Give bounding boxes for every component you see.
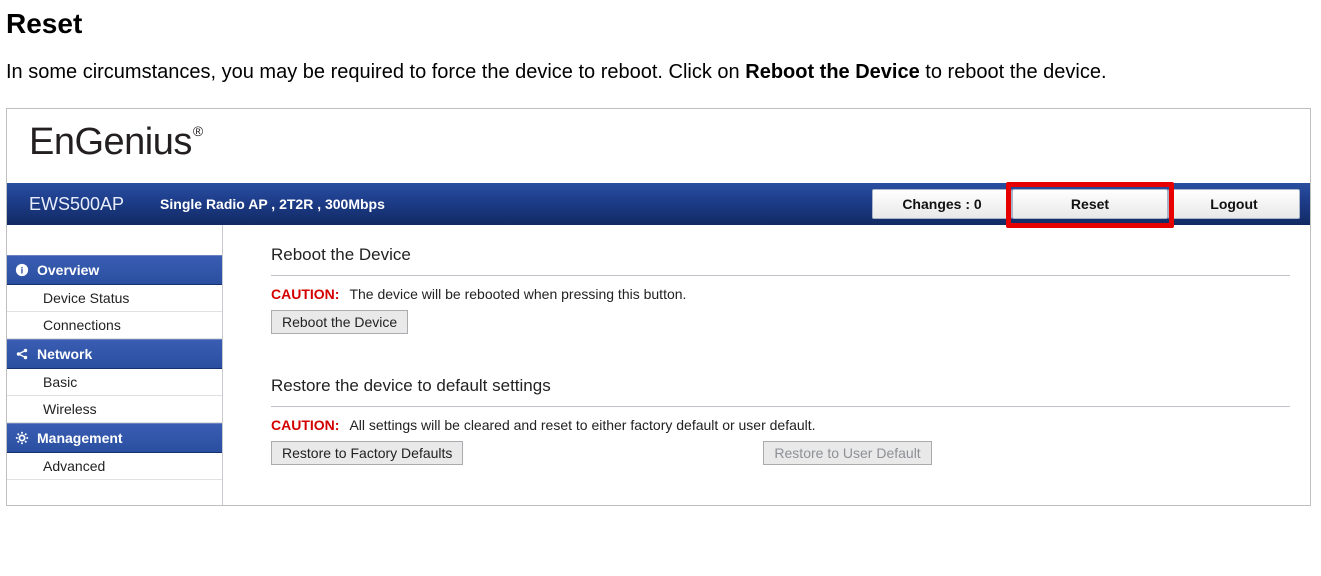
caution-label: CAUTION: [271,417,339,433]
brand-logo: EnGenius® [29,121,202,163]
brand-row: EnGenius® [7,109,1310,183]
sidebar-item-basic[interactable]: Basic [7,369,222,396]
brand-registered-mark: ® [193,123,203,139]
intro-paragraph: In some circumstances, you may be requir… [6,58,1315,86]
divider [271,406,1290,407]
restore-caution-text: All settings will be cleared and reset t… [349,417,815,433]
reset-button-label: Reset [1071,196,1109,212]
device-model: EWS500AP [29,194,124,215]
sidebar-head-management[interactable]: Management [7,423,222,453]
screenshot-container: EnGenius® EWS500AP Single Radio AP , 2T2… [6,108,1311,506]
reboot-device-button[interactable]: Reboot the Device [271,310,408,334]
changes-button[interactable]: Changes : 0 [872,189,1012,219]
sidebar-head-network[interactable]: Network [7,339,222,369]
reboot-caution-text: The device will be rebooted when pressin… [349,286,686,302]
svg-text:i: i [21,266,24,277]
restore-caution: CAUTION: All settings will be cleared and… [271,417,1290,433]
sidebar-item-device-status[interactable]: Device Status [7,285,222,312]
page-title: Reset [6,8,1315,40]
header-bar: EWS500AP Single Radio AP , 2T2R , 300Mbp… [7,183,1310,225]
brand-name: EnGenius [29,121,192,163]
restore-user-button[interactable]: Restore to User Default [763,441,931,465]
sidebar-head-label: Overview [37,262,99,278]
logout-button[interactable]: Logout [1168,189,1300,219]
content-panes: i Overview Device Status Connections Net… [7,225,1310,505]
sidebar: i Overview Device Status Connections Net… [7,225,223,505]
sidebar-item-wireless[interactable]: Wireless [7,396,222,423]
restore-button-row: Restore to Factory Defaults Restore to U… [271,441,1290,465]
sidebar-head-label: Network [37,346,92,362]
reboot-caution: CAUTION: The device will be rebooted when… [271,286,1290,302]
sidebar-head-overview[interactable]: i Overview [7,255,222,285]
reset-button[interactable]: Reset [1012,189,1168,219]
gear-icon [15,431,29,445]
caution-label: CAUTION: [271,286,339,302]
intro-bold: Reboot the Device [745,61,919,83]
share-icon [15,347,29,361]
info-icon: i [15,263,29,277]
restore-factory-button[interactable]: Restore to Factory Defaults [271,441,463,465]
main-panel: Reboot the Device CAUTION: The device wil… [223,225,1310,505]
restore-section-title: Restore the device to default settings [271,376,1290,396]
reboot-section-title: Reboot the Device [271,245,1290,265]
sidebar-head-label: Management [37,430,123,446]
sidebar-item-advanced[interactable]: Advanced [7,453,222,480]
intro-text-after: to reboot the device. [920,61,1107,83]
intro-text-before: In some circumstances, you may be requir… [6,61,745,83]
device-description: Single Radio AP , 2T2R , 300Mbps [160,196,872,212]
header-buttons: Changes : 0 Reset Logout [872,189,1300,219]
sidebar-item-connections[interactable]: Connections [7,312,222,339]
divider [271,275,1290,276]
